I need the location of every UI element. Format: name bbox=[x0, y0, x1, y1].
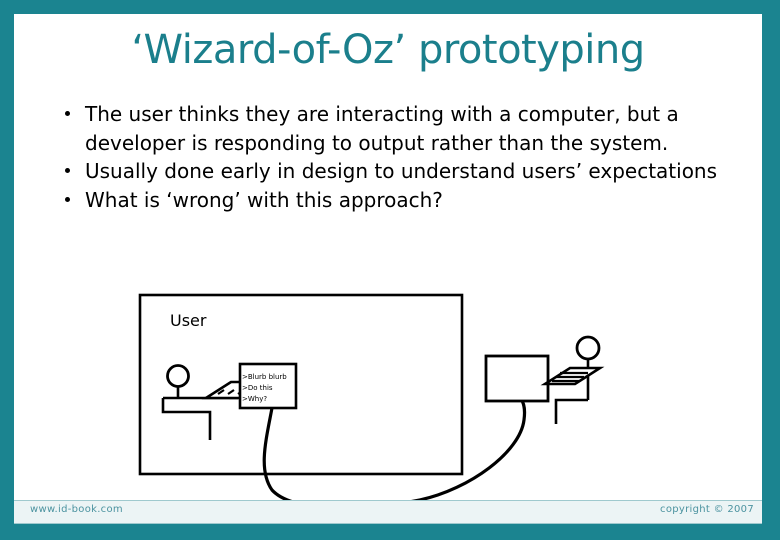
user-room-label: User bbox=[170, 311, 207, 330]
bullet-text: The user thinks they are interacting wit… bbox=[85, 102, 679, 155]
footer-bar bbox=[14, 500, 762, 524]
list-item: The user thinks they are interacting wit… bbox=[58, 100, 730, 157]
list-item: Usually done early in design to understa… bbox=[58, 157, 730, 186]
user-screen-line-3: >Why? bbox=[242, 395, 268, 403]
bullet-dot-icon bbox=[65, 111, 70, 116]
slide: ‘Wizard-of-Oz’ prototyping The user thin… bbox=[0, 0, 780, 540]
page-title: ‘Wizard-of-Oz’ prototyping bbox=[131, 27, 645, 73]
list-item: What is ‘wrong’ with this approach? bbox=[58, 186, 730, 215]
slide-content-area bbox=[14, 14, 762, 500]
bullet-dot-icon bbox=[65, 196, 70, 202]
footer-copyright: copyright © 2007 bbox=[660, 504, 754, 515]
bullet-text: Usually done early in design to understa… bbox=[85, 159, 718, 184]
user-screen-line-1: >Blurb blurb bbox=[242, 373, 287, 381]
footer-website-link[interactable]: www.id-book.com bbox=[30, 504, 123, 515]
bullet-text: What is ‘wrong’ with this approach? bbox=[85, 187, 443, 212]
user-screen-line-2: >Do this bbox=[242, 384, 273, 392]
bullet-list: The user thinks they are interacting wit… bbox=[58, 100, 730, 214]
bullet-dot-icon bbox=[65, 168, 70, 174]
